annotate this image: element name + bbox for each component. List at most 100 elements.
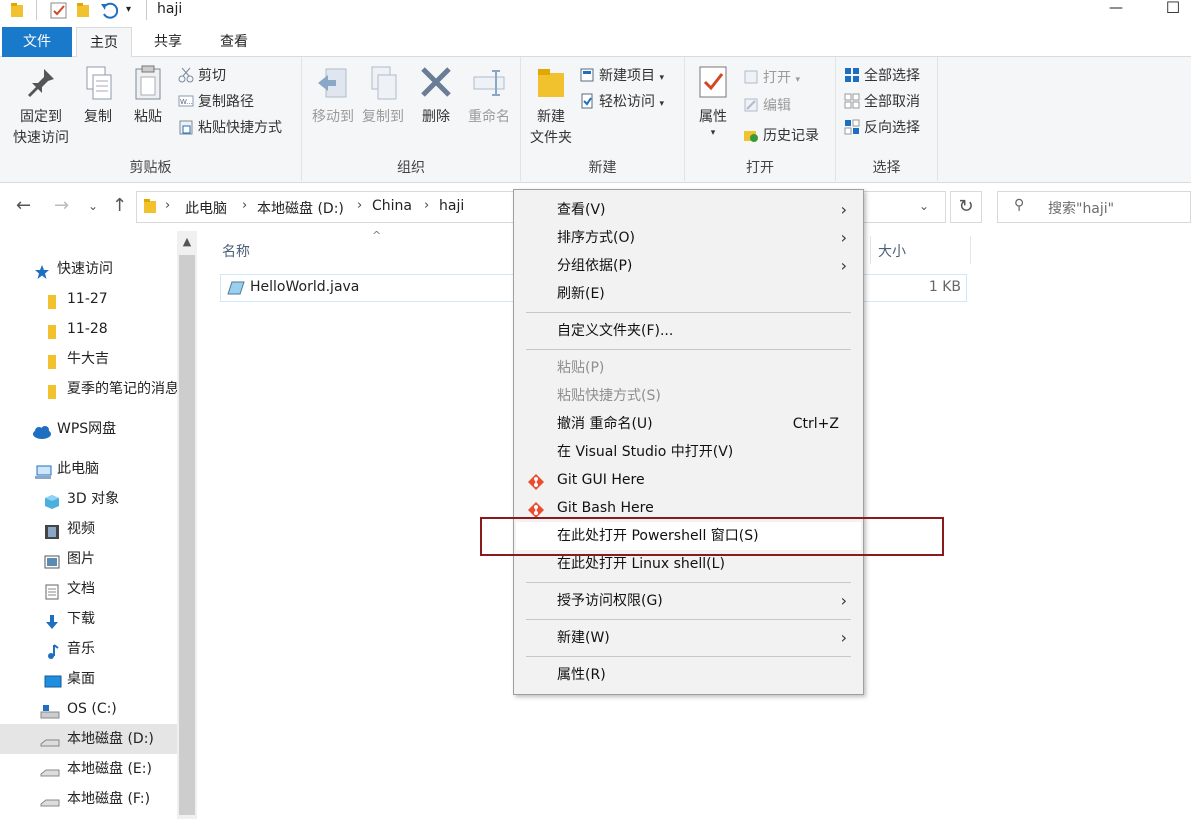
nav-item-11-28[interactable]: 11-28 — [0, 314, 177, 344]
nav-item-drive-e[interactable]: 本地磁盘 (E:) — [0, 754, 177, 784]
breadcrumb-this-pc[interactable]: 此电脑 — [185, 198, 227, 218]
breadcrumb-drive-d[interactable]: 本地磁盘 (D:) — [257, 198, 344, 218]
scroll-up-arrow-icon[interactable]: ▲ — [177, 235, 197, 255]
menu-item-properties[interactable]: 属性(R) — [516, 661, 861, 689]
nav-item-3d-objects[interactable]: 3D 对象 — [0, 484, 177, 514]
breadcrumb-separator[interactable]: › — [165, 198, 170, 213]
scroll-thumb[interactable] — [179, 255, 195, 815]
nav-item-this-pc[interactable]: 此电脑 — [0, 454, 177, 484]
submenu-arrow-icon: › — [840, 591, 847, 610]
copy-path-button[interactable]: W... 复制路径 — [178, 91, 254, 113]
easy-access-label: 轻松访问 — [599, 94, 655, 110]
nav-item-wps-cloud[interactable]: WPS网盘 — [0, 414, 177, 444]
new-folder-button[interactable]: 新建 文件夹 — [525, 65, 577, 149]
nav-item-quick-access[interactable]: 快速访问 — [0, 254, 177, 284]
maximize-button[interactable]: ☐ — [1150, 0, 1191, 22]
menu-item-open-visual-studio[interactable]: 在 Visual Studio 中打开(V) — [516, 438, 861, 466]
copy-to-button[interactable]: 复制到 — [356, 65, 410, 128]
select-none-icon — [844, 93, 860, 109]
select-none-label: 全部取消 — [864, 94, 920, 110]
paste-shortcut-button[interactable]: 粘贴快捷方式 — [178, 117, 282, 139]
menu-item-grant-access[interactable]: 授予访问权限(G) › — [516, 587, 861, 615]
nav-item-videos[interactable]: 视频 — [0, 514, 177, 544]
menu-item-paste[interactable]: 粘贴(P) — [516, 354, 861, 382]
rename-button[interactable]: 重命名 — [462, 65, 516, 128]
menu-item-refresh[interactable]: 刷新(E) — [516, 280, 861, 308]
recent-locations-chevron-icon[interactable]: ⌄ — [88, 199, 98, 213]
nav-item-label: 下载 — [67, 611, 95, 627]
nav-item-11-27[interactable]: 11-27 — [0, 284, 177, 314]
new-folder-quick-icon[interactable] — [76, 2, 90, 22]
nav-item-documents[interactable]: 文档 — [0, 574, 177, 604]
paste-button[interactable]: 粘贴 — [128, 65, 168, 128]
nav-item-downloads[interactable]: 下载 — [0, 604, 177, 634]
new-item-button[interactable]: 新建项目 ▾ — [579, 65, 664, 87]
nav-item-os-c[interactable]: OS (C:) — [0, 694, 177, 724]
open-button[interactable]: 打开 ▾ — [743, 67, 800, 89]
menu-item-sort[interactable]: 排序方式(O) › — [516, 224, 861, 252]
column-divider[interactable] — [870, 236, 871, 264]
move-to-button[interactable]: 移动到 — [306, 65, 360, 128]
easy-access-button[interactable]: 轻松访问 ▾ — [579, 91, 664, 113]
properties-button[interactable]: 属性 ▾ — [693, 65, 733, 138]
breadcrumb-china[interactable]: China — [372, 198, 412, 214]
minimize-button[interactable]: — — [1093, 0, 1139, 22]
scissors-icon — [178, 67, 194, 83]
breadcrumb-separator[interactable]: › — [424, 198, 429, 213]
pin-quick-access-button[interactable]: 固定到 快速访问 — [6, 65, 76, 149]
back-arrow-icon[interactable]: ← — [16, 195, 31, 216]
breadcrumb-separator[interactable]: › — [357, 198, 362, 213]
refresh-icon: ↻ — [958, 196, 974, 217]
paste-label: 粘贴 — [134, 109, 162, 125]
undo-icon[interactable] — [100, 2, 119, 24]
java-file-icon — [226, 280, 246, 300]
breadcrumb-separator[interactable]: › — [242, 198, 247, 213]
delete-button[interactable]: 删除 — [416, 65, 456, 128]
column-divider[interactable] — [970, 236, 971, 264]
forward-arrow-icon[interactable]: → — [54, 195, 69, 216]
menu-item-git-gui[interactable]: Git GUI Here — [516, 466, 861, 494]
menu-item-customize-folder[interactable]: 自定义文件夹(F)... — [516, 317, 861, 345]
menu-item-group[interactable]: 分组依据(P) › — [516, 252, 861, 280]
tab-file[interactable]: 文件 — [2, 27, 72, 57]
menu-item-new[interactable]: 新建(W) › — [516, 624, 861, 652]
tab-view[interactable]: 查看 — [206, 27, 262, 57]
rename-label: 重命名 — [468, 109, 510, 125]
select-none-button[interactable]: 全部取消 — [844, 91, 920, 113]
nav-item-summer-notes[interactable]: 夏季的笔记的消息 — [0, 374, 177, 404]
properties-check-icon[interactable] — [50, 2, 68, 24]
edit-icon — [743, 97, 759, 113]
copy-to-icon — [366, 65, 400, 101]
cut-button[interactable]: 剪切 — [178, 65, 226, 87]
breadcrumb-haji[interactable]: haji — [439, 198, 464, 214]
folder-icon — [44, 321, 60, 339]
clipboard-icon — [131, 65, 165, 101]
tab-share[interactable]: 共享 — [140, 27, 196, 57]
history-button[interactable]: 历史记录 — [743, 125, 819, 147]
nav-item-niudaji[interactable]: 牛大吉 — [0, 344, 177, 374]
computer-icon — [34, 461, 52, 479]
invert-selection-button[interactable]: 反向选择 — [844, 117, 920, 139]
menu-item-view[interactable]: 查看(V) › — [516, 196, 861, 224]
nav-item-drive-d[interactable]: 本地磁盘 (D:) — [0, 724, 177, 754]
nav-item-drive-f[interactable]: 本地磁盘 (F:) — [0, 784, 177, 814]
easy-access-icon — [579, 93, 595, 109]
up-arrow-icon[interactable]: ↑ — [112, 195, 127, 216]
tab-home[interactable]: 主页 — [76, 27, 132, 58]
edit-button[interactable]: 编辑 — [743, 95, 791, 117]
menu-item-paste-shortcut[interactable]: 粘贴快捷方式(S) — [516, 382, 861, 410]
column-header-name[interactable]: 名称 — [222, 241, 250, 261]
nav-item-pictures[interactable]: 图片 — [0, 544, 177, 574]
select-all-button[interactable]: 全部选择 — [844, 65, 920, 87]
search-box[interactable]: ⚲ 搜索"haji" — [997, 191, 1191, 223]
refresh-button[interactable]: ↻ — [950, 191, 982, 223]
menu-item-undo-rename[interactable]: 撤消 重命名(U) Ctrl+Z — [516, 410, 861, 438]
nav-item-desktop[interactable]: 桌面 — [0, 664, 177, 694]
customize-quick-access-icon[interactable]: ▾ — [126, 4, 131, 15]
column-header-size[interactable]: 大小 — [878, 241, 906, 261]
copy-button[interactable]: 复制 — [78, 65, 118, 128]
nav-item-music[interactable]: 音乐 — [0, 634, 177, 664]
pin-label-line1: 固定到 — [20, 109, 62, 125]
address-history-chevron-icon[interactable]: ⌄ — [919, 199, 929, 213]
nav-scrollbar[interactable]: ▲ — [177, 231, 197, 819]
